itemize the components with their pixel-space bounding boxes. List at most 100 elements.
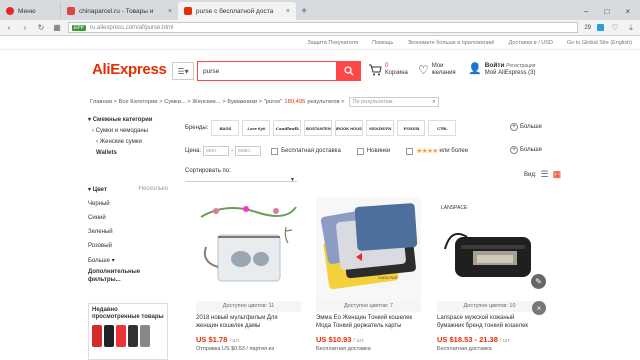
url-field[interactable]: EPP ru.aliexpress.com/af/purse.html xyxy=(68,22,579,33)
price-max-input[interactable]: макс. xyxy=(235,146,262,156)
close-tab-icon[interactable]: × xyxy=(286,8,290,15)
brand-logo[interactable]: BAGS xyxy=(211,120,240,136)
reload-icon[interactable]: ↻ xyxy=(36,23,46,32)
price-unit: / шт. xyxy=(229,338,241,344)
forward-icon[interactable]: › xyxy=(20,23,30,32)
extra-filters-link[interactable]: Дополнительные фильтры... xyxy=(88,268,168,284)
color-option-black[interactable]: Черный xyxy=(88,201,168,207)
minimize-icon[interactable]: – xyxy=(584,7,588,16)
recently-viewed-items[interactable] xyxy=(92,325,164,347)
brand-logo[interactable]: CTRL xyxy=(428,120,457,136)
product-title[interactable]: 2018 новый мультфильм Для женщин кошелек… xyxy=(196,315,301,330)
breadcrumb-trail[interactable]: Главная > Все Категории > Сумки... > Жен… xyxy=(90,99,282,105)
download-icon[interactable]: ⤓ xyxy=(626,23,636,33)
color-option-blue[interactable]: Синий xyxy=(88,215,168,221)
tabs-grid-icon[interactable]: ▦ xyxy=(52,23,62,32)
global-site-link[interactable]: Go to Global Site (English) xyxy=(567,40,632,46)
cart-button[interactable]: 0 Корзина xyxy=(368,63,408,77)
tab-aliexpress[interactable]: purse с бесплатной доста × xyxy=(178,2,296,20)
product-price: US $1.78 / шт. xyxy=(196,335,301,344)
brand-logo[interactable]: FOXER xyxy=(397,120,426,136)
product-image[interactable]: LANSPACE xyxy=(437,197,542,301)
brands-more-button[interactable]: + Больше xyxy=(510,123,542,131)
rating-checkbox[interactable] xyxy=(406,147,414,155)
sidebar-item-label: Wallets xyxy=(96,150,117,156)
new-tab-icon[interactable]: + xyxy=(296,2,312,20)
user-icon: 👤 xyxy=(468,63,482,75)
related-title-text: Смежные категории xyxy=(92,117,153,123)
free-shipping-checkbox[interactable] xyxy=(271,147,279,155)
product-card[interactable]: ZARA PAR Доступно цветов: 7 Эмма Ео Женщ… xyxy=(316,197,421,360)
product-title[interactable]: Lanspace мужской кожаный бумажник бренд … xyxy=(437,315,542,330)
opera-icon xyxy=(6,7,14,15)
search-input[interactable]: purse xyxy=(197,61,337,81)
brand-logo[interactable]: BROOK HOUSE xyxy=(335,120,364,136)
pencil-icon[interactable]: ✎ xyxy=(531,274,546,289)
more-label: Больше xyxy=(520,124,542,130)
close-window-icon[interactable]: × xyxy=(625,7,630,16)
color-option-green[interactable]: Зеленый xyxy=(88,229,168,235)
grid-view-icon[interactable]: ▦ xyxy=(553,169,562,180)
filters-more-button[interactable]: + Больше xyxy=(510,146,542,154)
sidebar-item-womens-bags[interactable]: ‹ Женские сумки xyxy=(88,139,168,145)
back-icon[interactable]: ‹ xyxy=(4,23,14,32)
product-title[interactable]: Эмма Ео Женщин Тонкий кошелек Мода Тонки… xyxy=(316,315,421,330)
ship-to-link[interactable]: Доставка в / USD xyxy=(509,40,553,46)
phone-thumb[interactable] xyxy=(92,325,102,347)
brand-logo[interactable]: SENDEFN xyxy=(366,120,395,136)
sort-label: Сортировать по: xyxy=(185,168,231,174)
brand-logo[interactable]: Candlewlk xyxy=(273,120,302,136)
hamburger-icon: ☰▾ xyxy=(177,66,189,76)
site-top-links: Защита Покупателя Помощь Экономьте больш… xyxy=(0,37,640,50)
tab-chinaparcel[interactable]: chinaparcel.ru - Товары и × xyxy=(60,2,178,20)
shipping-info: Бесплатная доставка xyxy=(316,346,371,352)
categories-menu-button[interactable]: ☰▾ xyxy=(172,62,194,80)
price-min-input[interactable]: мин. xyxy=(203,146,230,156)
wishlist-button[interactable]: ♡ Мои желания xyxy=(418,63,456,77)
signin-label[interactable]: Войти xyxy=(485,62,505,69)
search-in-results-input[interactable]: По результатам ⌕ xyxy=(348,96,439,107)
product-image-caption: ZARA PAR xyxy=(378,275,398,280)
heart-icon[interactable]: ♡ xyxy=(610,23,620,32)
security-badge: EPP xyxy=(72,24,87,31)
maximize-icon[interactable]: □ xyxy=(604,7,609,16)
color-option-pink[interactable]: Розовый xyxy=(88,243,168,249)
color-multiple-link[interactable]: Несколько xyxy=(139,186,168,192)
sort-dropdown[interactable]: Сортировать по: ▼ xyxy=(185,168,297,183)
app-promo-link[interactable]: Экономьте больше в приложении! xyxy=(407,40,494,46)
sidebar-item-bags[interactable]: ‹ Сумки и чемоданы xyxy=(88,128,168,134)
aliexpress-logo[interactable]: AliExpress xyxy=(92,61,167,78)
browser-menu-label: Меню xyxy=(18,7,36,15)
wishlist-label-1: Мои xyxy=(431,63,444,69)
product-card[interactable]: LANSPACE Доступно цветов: 10 Lanspace му… xyxy=(437,197,542,360)
list-view-icon[interactable]: ☰ xyxy=(541,169,549,180)
search-button[interactable] xyxy=(337,61,361,81)
account-button[interactable]: 👤 Войти Регистрация Мой AliExpress (3) xyxy=(468,62,535,77)
search-icon[interactable]: ⌕ xyxy=(432,99,435,106)
buyer-protection-link[interactable]: Защита Покупателя xyxy=(307,40,358,46)
tab-label: chinaparcel.ru - Товары и xyxy=(79,7,154,15)
url-text: ru.aliexpress.com/af/purse.html xyxy=(90,24,174,31)
phone-thumb[interactable] xyxy=(104,325,114,347)
brand-logo[interactable]: BOSTANTEN xyxy=(304,120,333,136)
close-tab-icon[interactable]: × xyxy=(168,8,172,15)
phone-thumb[interactable] xyxy=(128,325,138,347)
product-card[interactable]: Доступно цветов: 11 2018 новый мультфиль… xyxy=(196,197,301,360)
vpn-icon[interactable] xyxy=(597,24,604,31)
browser-menu-button[interactable]: Меню xyxy=(0,2,60,20)
phone-thumb[interactable] xyxy=(140,325,150,347)
color-more-link[interactable]: Больше ▾ xyxy=(88,257,168,264)
help-link[interactable]: Помощь xyxy=(372,40,393,46)
register-link[interactable]: Регистрация xyxy=(506,63,535,69)
brand-logo[interactable]: Love Kyli xyxy=(242,120,271,136)
new-checkbox[interactable] xyxy=(356,147,364,155)
product-image[interactable] xyxy=(196,197,301,301)
view-label: Вид: xyxy=(524,171,537,178)
product-image[interactable]: ZARA PAR xyxy=(316,197,421,301)
close-icon[interactable]: × xyxy=(532,301,546,315)
product-price: US $18.53 - 21.38 / шт. xyxy=(437,335,542,344)
phone-thumb[interactable] xyxy=(116,325,126,347)
more-label: Больше xyxy=(520,147,542,153)
heart-icon: ♡ xyxy=(418,62,429,77)
sidebar-item-wallets[interactable]: Wallets xyxy=(88,150,168,156)
